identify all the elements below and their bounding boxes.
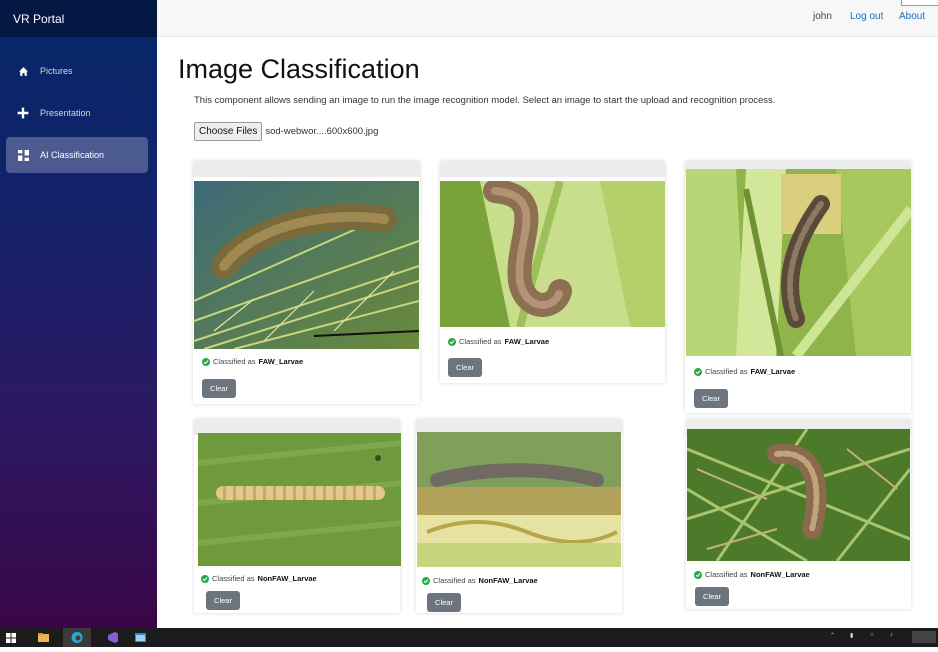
clear-button[interactable]: Clear xyxy=(448,358,482,377)
page-title: Image Classification xyxy=(178,54,420,84)
visual-studio-icon[interactable] xyxy=(106,631,119,644)
classification-status: Classified as NonFAW_Larvae xyxy=(201,574,317,583)
tooltip-fragment xyxy=(901,0,938,6)
larva-image xyxy=(687,429,910,561)
check-circle-icon xyxy=(202,357,210,366)
check-circle-icon xyxy=(694,570,702,579)
check-circle-icon xyxy=(422,576,430,585)
classification-status: Classified as FAW_Larvae xyxy=(448,337,549,346)
about-link[interactable]: About xyxy=(899,11,925,22)
result-card: Classified as NonFAW_Larvae Clear xyxy=(416,419,622,613)
plus-icon xyxy=(16,106,30,120)
check-circle-icon xyxy=(694,367,702,376)
classification-status: Classified as FAW_Larvae xyxy=(694,367,795,376)
sidebar-nav: Pictures Presentation AI Classification xyxy=(0,37,157,173)
class-label: NonFAW_Larvae xyxy=(257,574,317,583)
class-label: FAW_Larvae xyxy=(504,337,550,346)
grid-icon xyxy=(16,148,30,162)
card-header xyxy=(193,161,420,177)
check-circle-icon xyxy=(448,337,456,346)
check-circle-icon xyxy=(201,574,209,583)
main-content: Image Classification This component allo… xyxy=(157,37,938,628)
clear-button[interactable]: Clear xyxy=(427,593,461,612)
larva-image xyxy=(440,181,665,327)
clock[interactable] xyxy=(912,631,936,643)
class-label: FAW_Larvae xyxy=(258,357,304,366)
class-label: FAW_Larvae xyxy=(750,367,796,376)
file-explorer-icon[interactable] xyxy=(37,631,50,644)
network-icon[interactable]: ○ xyxy=(870,632,874,638)
volume-icon[interactable]: ♪ xyxy=(890,632,893,638)
classification-status: Classified as NonFAW_Larvae xyxy=(694,570,810,579)
windows-start-icon[interactable] xyxy=(5,631,18,644)
clear-button[interactable]: Clear xyxy=(694,389,728,408)
os-taskbar: ⌃ ▮ ○ ♪ xyxy=(0,628,938,647)
result-card: Classified as NonFAW_Larvae Clear xyxy=(686,419,911,609)
card-header xyxy=(440,161,665,177)
sidebar-item-label: Presentation xyxy=(40,108,91,118)
class-label: NonFAW_Larvae xyxy=(478,576,538,585)
result-card: Classified as FAW_Larvae Clear xyxy=(193,161,420,404)
clear-button[interactable]: Clear xyxy=(202,379,236,398)
classified-prefix: Classified as xyxy=(705,367,748,376)
clear-button[interactable]: Clear xyxy=(695,587,729,606)
top-bar: john Log out About xyxy=(157,0,938,37)
choose-files-button[interactable]: Choose Files xyxy=(194,122,263,141)
classified-prefix: Classified as xyxy=(212,574,255,583)
logout-link[interactable]: Log out xyxy=(850,11,883,22)
battery-icon[interactable]: ▮ xyxy=(850,632,853,639)
larva-image xyxy=(417,432,621,567)
classified-prefix: Classified as xyxy=(213,357,256,366)
clear-button[interactable]: Clear xyxy=(206,591,240,610)
classification-status: Classified as FAW_Larvae xyxy=(202,357,303,366)
sidebar-item-label: AI Classification xyxy=(40,150,105,160)
larva-image xyxy=(194,181,419,349)
classified-prefix: Classified as xyxy=(459,337,502,346)
result-card: Classified as NonFAW_Larvae Clear xyxy=(194,419,401,613)
result-card: Classified as FAW_Larvae Clear xyxy=(440,161,665,383)
result-card: Classified as FAW_Larvae Clear xyxy=(685,161,911,413)
sidebar: VR Portal Pictures Presentation AI Class… xyxy=(0,0,157,628)
brand-title[interactable]: VR Portal xyxy=(0,0,157,37)
app-window-icon[interactable] xyxy=(134,631,147,644)
sidebar-item-label: Pictures xyxy=(40,66,73,76)
sidebar-item-ai-classification[interactable]: AI Classification xyxy=(6,137,148,173)
tray-chevron-icon[interactable]: ⌃ xyxy=(830,632,835,639)
file-input[interactable]: Choose Files sod-webwor....600x600.jpg xyxy=(194,122,378,141)
classification-status: Classified as NonFAW_Larvae xyxy=(422,576,538,585)
classified-prefix: Classified as xyxy=(433,576,476,585)
home-icon xyxy=(16,64,30,78)
sidebar-item-pictures[interactable]: Pictures xyxy=(6,53,148,89)
classified-prefix: Classified as xyxy=(705,570,748,579)
username: john xyxy=(813,11,832,22)
page-description: This component allows sending an image t… xyxy=(194,95,776,106)
sidebar-item-presentation[interactable]: Presentation xyxy=(6,95,148,131)
class-label: NonFAW_Larvae xyxy=(750,570,810,579)
larva-image xyxy=(198,433,401,566)
selected-file-name: sod-webwor....600x600.jpg xyxy=(265,126,379,137)
larva-image xyxy=(686,169,911,356)
edge-browser-icon[interactable] xyxy=(63,628,91,647)
